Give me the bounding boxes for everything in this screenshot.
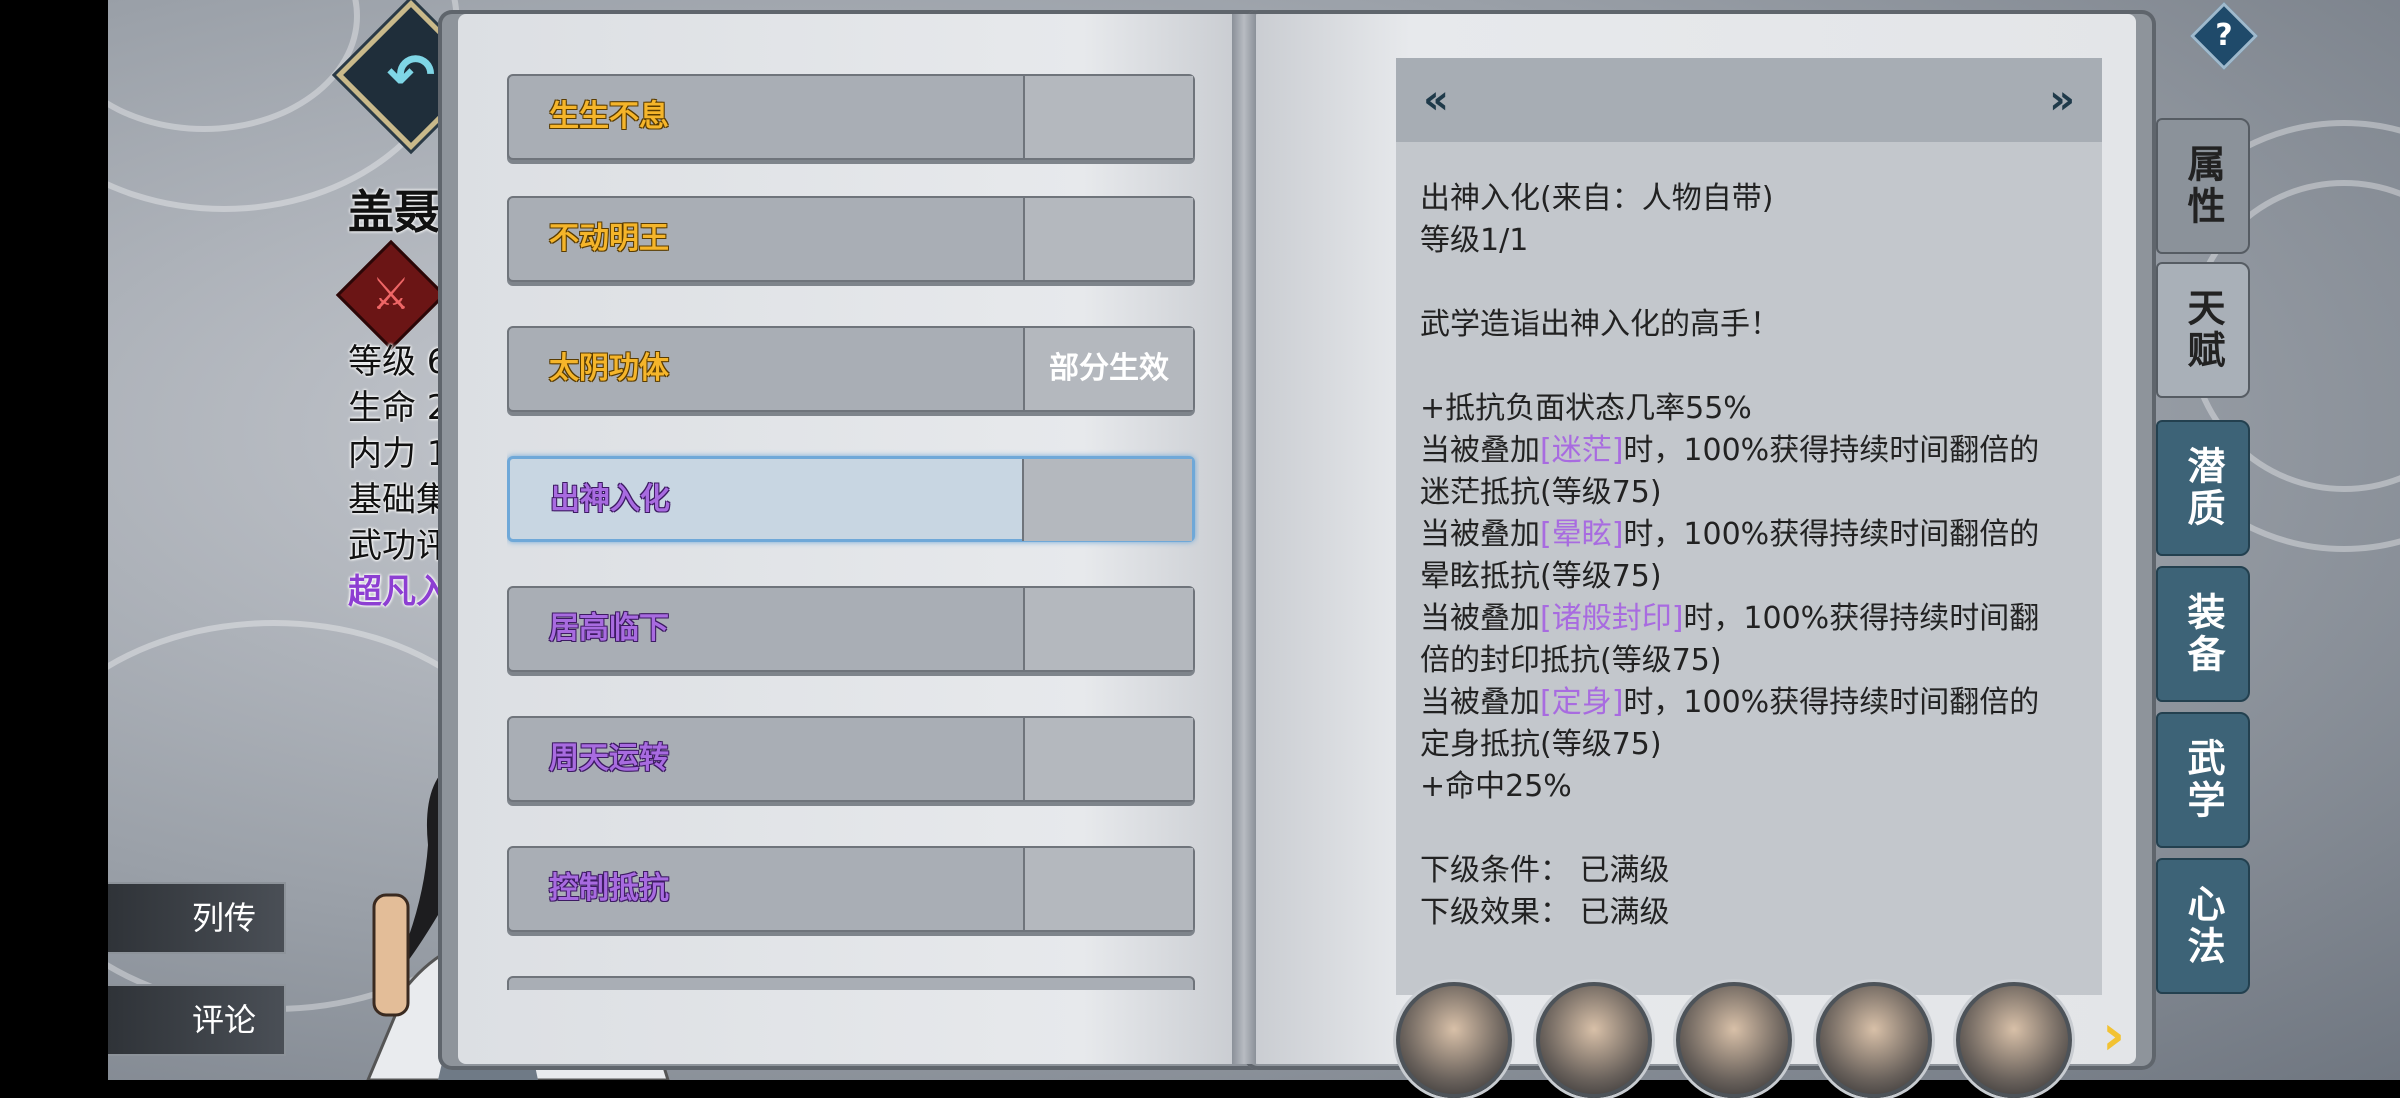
effect-text: 时，100%获得持续时间翻倍的	[1623, 433, 2040, 468]
talent-row-partial[interactable]	[507, 976, 1195, 990]
talent-detail-panel: « » 出神入化(来自：人物自带) 等级1/1 武学造诣出神入化的高手！ +抵抗…	[1396, 58, 2102, 995]
talent-row[interactable]: 周天运转	[507, 716, 1195, 802]
talent-state	[1023, 76, 1193, 158]
detail-effect: 晕眩抵抗(等级75)	[1420, 559, 1662, 594]
detail-effect: 倍的封印抵抗(等级75)	[1420, 643, 1722, 678]
next-level-condition: 下级条件： 已满级	[1420, 853, 1670, 888]
detail-description: 武学造诣出神入化的高手！	[1420, 307, 1780, 342]
talent-row-selected[interactable]: 出神入化	[507, 456, 1195, 542]
character-avatar-1[interactable]	[1396, 982, 1512, 1098]
talent-name: 太阴功体	[549, 351, 669, 386]
effect-text: 当被叠加	[1420, 601, 1540, 636]
effect-text: 当被叠加	[1420, 685, 1540, 720]
character-avatar-4[interactable]	[1816, 982, 1932, 1098]
character-avatar-2[interactable]	[1536, 982, 1652, 1098]
tab-talents[interactable]: 天赋	[2156, 262, 2250, 398]
character-avatar-5[interactable]	[1956, 982, 2072, 1098]
prev-arrow-icon[interactable]: «	[1416, 72, 1456, 128]
effect-text: 时，100%获得持续时间翻	[1683, 601, 2040, 636]
talent-row[interactable]: 控制抵抗	[507, 846, 1195, 932]
detail-nav-bar: « »	[1396, 58, 2102, 142]
status-highlight: [定身]	[1540, 685, 1624, 720]
status-highlight: [迷茫]	[1540, 433, 1624, 468]
detail-level: 等级1/1	[1420, 223, 1529, 258]
detail-effect: 当被叠加[迷茫]时，100%获得持续时间翻倍的	[1420, 430, 2090, 472]
detail-effect: 迷茫抵抗(等级75)	[1420, 475, 1662, 510]
detail-text: 出神入化(来自：人物自带) 等级1/1 武学造诣出神入化的高手！ +抵抗负面状态…	[1420, 178, 2090, 934]
tab-label: 属性	[2181, 144, 2225, 228]
talent-name: 居高临下	[549, 611, 669, 646]
detail-effect: 当被叠加[定身]时，100%获得持续时间翻倍的	[1420, 682, 2090, 724]
talent-row[interactable]: 不动明王	[507, 196, 1195, 282]
talent-row[interactable]: 太阴功体 部分生效	[507, 326, 1195, 412]
next-level-effect: 下级效果： 已满级	[1420, 895, 1670, 930]
comments-button[interactable]: 评论	[108, 984, 286, 1056]
detail-effect: +抵抗负面状态几率55%	[1420, 391, 1752, 426]
character-name: 盖聂	[348, 185, 440, 239]
talent-state	[1023, 198, 1193, 280]
tab-label: 武学	[2181, 738, 2225, 822]
detail-effect: 当被叠加[晕眩]时，100%获得持续时间翻倍的	[1420, 514, 2090, 556]
character-avatar-3[interactable]	[1676, 982, 1792, 1098]
status-highlight: [晕眩]	[1540, 517, 1624, 552]
talent-name: 控制抵抗	[549, 871, 669, 906]
effect-text: 时，100%获得持续时间翻倍的	[1623, 517, 2040, 552]
detail-effect: 当被叠加[诸般封印]时，100%获得持续时间翻	[1420, 598, 2090, 640]
tab-equipment[interactable]: 装备	[2156, 566, 2250, 702]
talent-state	[1022, 459, 1192, 541]
detail-effect: +命中25%	[1420, 769, 1572, 804]
talent-state	[1023, 718, 1193, 800]
tab-attributes[interactable]: 属性	[2156, 118, 2250, 254]
talent-state: 部分生效	[1023, 328, 1193, 410]
talent-name: 不动明王	[549, 221, 669, 256]
tab-label: 天赋	[2181, 288, 2225, 372]
tab-martial-arts[interactable]: 武学	[2156, 712, 2250, 848]
talent-name: 周天运转	[549, 741, 669, 776]
next-chevron-icon[interactable]: ›	[2102, 1008, 2138, 1064]
tab-label: 装备	[2181, 592, 2225, 676]
tab-label: 心法	[2181, 884, 2225, 968]
effect-text: 当被叠加	[1420, 517, 1540, 552]
tab-label: 潜质	[2181, 446, 2225, 530]
tab-potential[interactable]: 潜质	[2156, 420, 2250, 556]
talent-list[interactable]: 生生不息 不动明王 太阴功体 部分生效 出神入化 居高临下 周天运转 控制抵抗	[507, 70, 1199, 990]
talent-state	[1023, 848, 1193, 930]
talent-row[interactable]: 居高临下	[507, 586, 1195, 672]
biography-button[interactable]: 列传	[108, 882, 286, 954]
help-icon: ?	[2215, 18, 2233, 53]
tab-mind-methods[interactable]: 心法	[2156, 858, 2250, 994]
effect-text: 时，100%获得持续时间翻倍的	[1623, 685, 2040, 720]
talent-name: 出神入化	[550, 482, 670, 517]
detail-effect: 定身抵抗(等级75)	[1420, 727, 1662, 762]
talent-state	[1023, 588, 1193, 670]
effect-text: 当被叠加	[1420, 433, 1540, 468]
talent-name: 生生不息	[549, 99, 669, 134]
status-highlight: [诸般封印]	[1540, 601, 1684, 636]
detail-title: 出神入化(来自：人物自带)	[1420, 181, 1774, 216]
talent-row[interactable]: 生生不息	[507, 74, 1195, 160]
next-arrow-icon[interactable]: »	[2042, 72, 2082, 128]
back-arrow-icon: ↶	[386, 41, 436, 109]
book-spine	[1232, 14, 1256, 1064]
